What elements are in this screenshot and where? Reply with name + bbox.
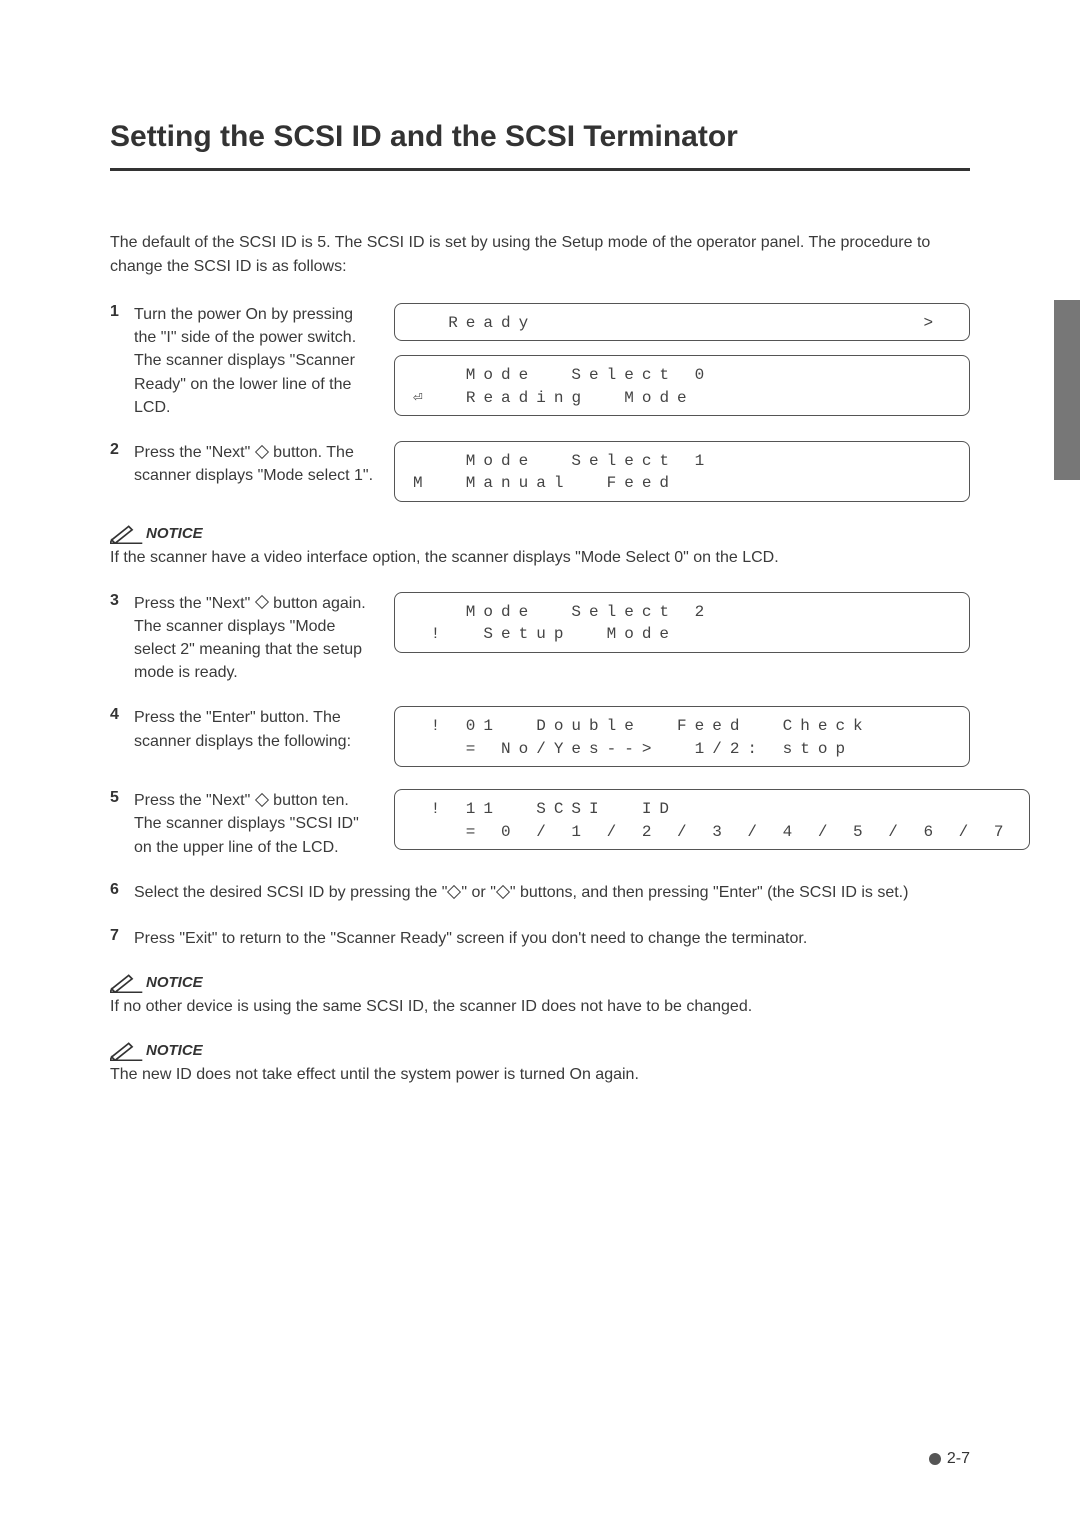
pencil-icon — [110, 973, 144, 993]
lcd-ready: Ready > — [394, 303, 970, 341]
lcd-line: Mode Select 0 — [413, 366, 712, 384]
notice-1: NOTICE If the scanner have a video inter… — [110, 524, 970, 570]
notice-text: If no other device is using the same SCS… — [110, 995, 970, 1019]
lcd-mode-select-1: Mode Select 1 M Manual Feed — [394, 441, 970, 502]
next-diamond-icon — [255, 595, 269, 609]
step-7: 7 Press "Exit" to return to the "Scanner… — [110, 927, 970, 951]
pencil-icon — [110, 524, 144, 544]
step-number: 4 — [110, 706, 134, 724]
text-part: Press the "Next" — [134, 444, 255, 461]
lcd-line: ! 11 SCSI ID — [413, 800, 677, 818]
next-diamond-icon — [496, 885, 510, 899]
page-content: Setting the SCSI ID and the SCSI Termina… — [0, 0, 1080, 1169]
step-2: 2 Press the "Next" button. The scanner d… — [110, 441, 970, 502]
notice-text: If the scanner have a video interface op… — [110, 546, 970, 570]
footer-dot-icon — [929, 1453, 941, 1465]
text-part: Press the "Next" — [134, 595, 255, 612]
step-text: Press the "Next" button ten. The scanner… — [134, 789, 394, 859]
lcd-group: Ready > Mode Select 0 ⏎ Reading Mode — [394, 303, 970, 416]
step-5: 5 Press the "Next" button ten. The scann… — [110, 789, 970, 859]
step-number: 5 — [110, 789, 134, 807]
notice-head: NOTICE — [110, 973, 970, 993]
step-3: 3 Press the "Next" button again. The sca… — [110, 592, 970, 685]
notice-head: NOTICE — [110, 1041, 970, 1061]
page-number: 2-7 — [947, 1450, 970, 1468]
lcd-line: M Manual Feed — [413, 474, 677, 492]
lcd-group: ! 11 SCSI ID = 0 / 1 / 2 / 3 / 4 / 5 / 6… — [394, 789, 1030, 850]
lcd-line: ! Setup Mode — [413, 625, 677, 643]
step-text: Press the "Next" button. The scanner dis… — [134, 441, 394, 487]
prev-diamond-icon — [447, 885, 461, 899]
text-part: Select the desired SCSI ID by pressing t… — [134, 884, 447, 901]
notice-2: NOTICE If no other device is using the s… — [110, 973, 970, 1019]
lcd-mode-select-2: Mode Select 2 ! Setup Mode — [394, 592, 970, 653]
lcd-scsi-id: ! 11 SCSI ID = 0 / 1 / 2 / 3 / 4 / 5 / 6… — [394, 789, 1030, 850]
step-number: 3 — [110, 592, 134, 610]
step-text: Turn the power On by pressing the "I" si… — [134, 303, 394, 419]
side-tab — [1054, 300, 1080, 480]
lcd-line: ! 01 Double Feed Check — [413, 717, 871, 735]
step-text: Select the desired SCSI ID by pressing t… — [134, 881, 970, 905]
title-rule — [110, 168, 970, 171]
step-number: 1 — [110, 303, 134, 321]
step-text: Press the "Next" button again. The scann… — [134, 592, 394, 685]
notice-head: NOTICE — [110, 524, 970, 544]
page-title: Setting the SCSI ID and the SCSI Termina… — [110, 120, 970, 154]
step-number: 6 — [110, 881, 134, 899]
lcd-line: Mode Select 1 — [413, 452, 712, 470]
lcd-group: Mode Select 2 ! Setup Mode — [394, 592, 970, 653]
step-6: 6 Select the desired SCSI ID by pressing… — [110, 881, 970, 905]
step-4: 4 Press the "Enter" button. The scanner … — [110, 706, 970, 767]
step-text: Press "Exit" to return to the "Scanner R… — [134, 927, 970, 951]
notice-text: The new ID does not take effect until th… — [110, 1063, 970, 1087]
step-1: 1 Turn the power On by pressing the "I" … — [110, 303, 970, 419]
notice-label: NOTICE — [146, 974, 203, 991]
lcd-line: = 0 / 1 / 2 / 3 / 4 / 5 / 6 / 7 — [413, 823, 1011, 841]
page-footer: 2-7 — [929, 1450, 970, 1468]
notice-label: NOTICE — [146, 1042, 203, 1059]
text-part: " buttons, and then pressing "Enter" (th… — [510, 884, 909, 901]
text-part: " or " — [461, 884, 495, 901]
pencil-icon — [110, 1041, 144, 1061]
lcd-line: ⏎ Reading Mode — [413, 389, 695, 407]
notice-3: NOTICE The new ID does not take effect u… — [110, 1041, 970, 1087]
lcd-mode-select-0: Mode Select 0 ⏎ Reading Mode — [394, 355, 970, 416]
text-part: Press the "Next" — [134, 792, 255, 809]
step-number: 7 — [110, 927, 134, 945]
next-diamond-icon — [255, 793, 269, 807]
lcd-line: = No/Yes--> 1/2: stop — [413, 740, 853, 758]
intro-paragraph: The default of the SCSI ID is 5. The SCS… — [110, 231, 970, 279]
step-number: 2 — [110, 441, 134, 459]
notice-label: NOTICE — [146, 525, 203, 542]
lcd-line: Mode Select 2 — [413, 603, 712, 621]
lcd-group: Mode Select 1 M Manual Feed — [394, 441, 970, 502]
lcd-group: ! 01 Double Feed Check = No/Yes--> 1/2: … — [394, 706, 970, 767]
lcd-double-feed: ! 01 Double Feed Check = No/Yes--> 1/2: … — [394, 706, 970, 767]
step-text: Press the "Enter" button. The scanner di… — [134, 706, 394, 752]
next-diamond-icon — [255, 445, 269, 459]
